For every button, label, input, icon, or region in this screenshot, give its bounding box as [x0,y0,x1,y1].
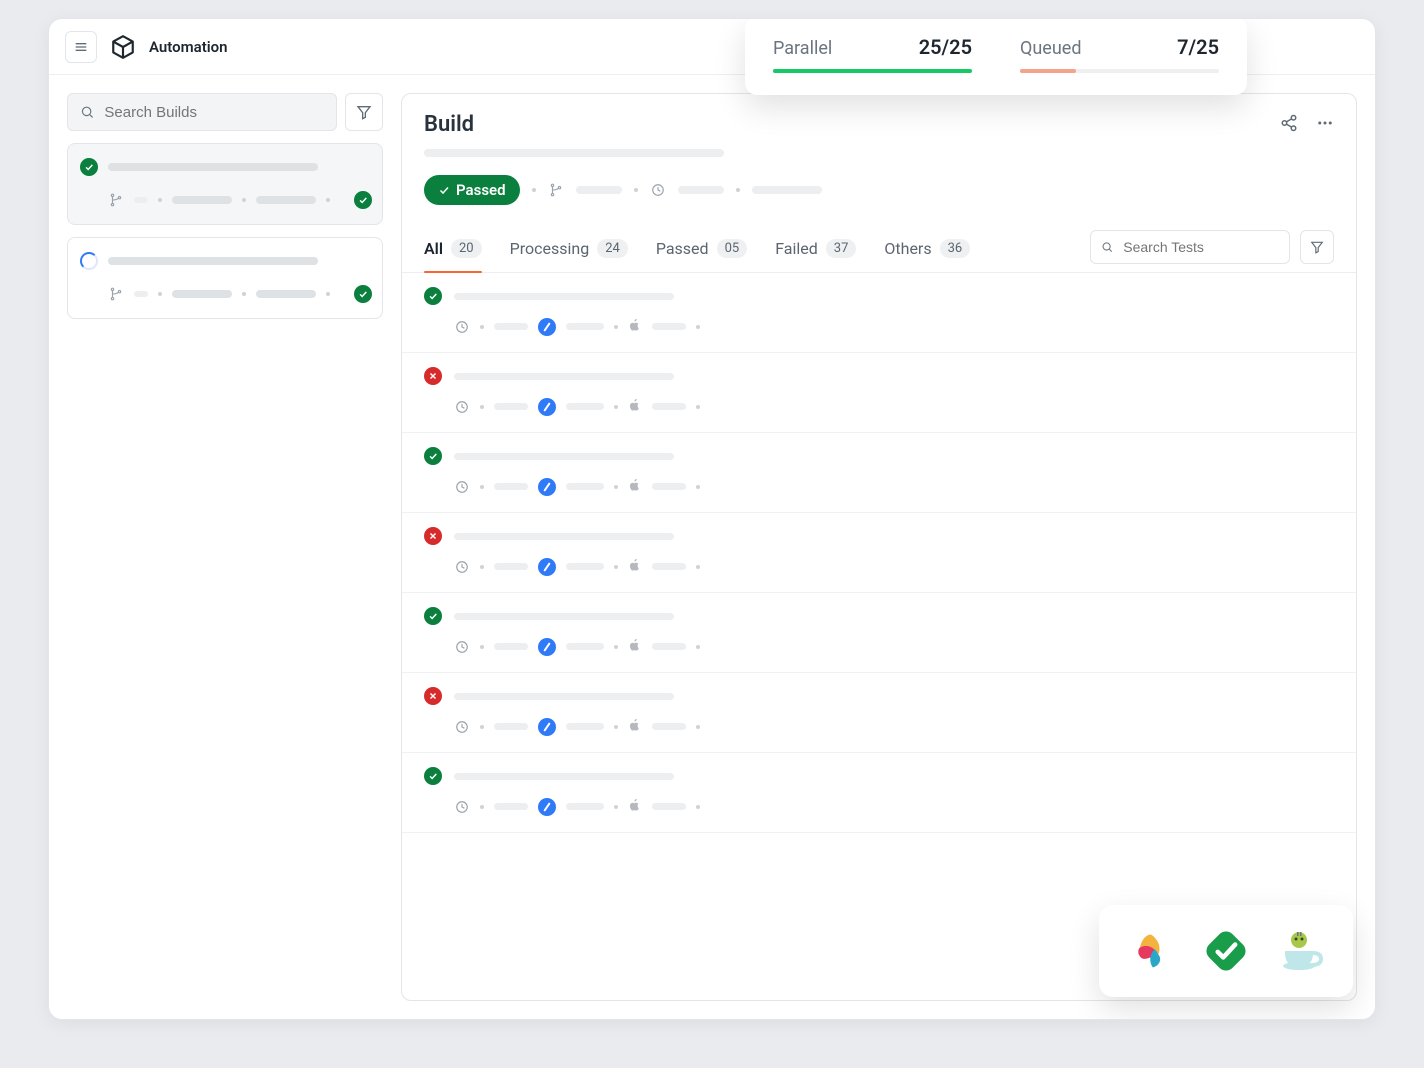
tab-label: Failed [775,239,818,258]
app-window: Parallel 25/25 Queued 7/25 Automatio [48,18,1376,1020]
tab-failed[interactable]: Failed 37 [775,229,856,272]
share-icon [1280,114,1298,132]
clock-icon [454,319,470,335]
stat-queued-label: Queued [1020,38,1081,59]
espresso-icon [1277,927,1325,975]
stat-parallel-value: 25/25 [919,35,972,59]
stat-parallel: Parallel 25/25 [773,35,972,73]
branch-icon [108,286,124,302]
check-icon [424,607,442,625]
branch-icon [108,192,124,208]
apple-icon [628,557,642,576]
stat-queued: Queued 7/25 [1020,35,1219,73]
x-icon [424,527,442,545]
check-icon [424,287,442,305]
test-row[interactable] [402,433,1356,513]
more-icon [1316,114,1334,132]
tab-label: All [424,239,443,258]
clock-icon [454,479,470,495]
safari-icon [538,478,556,496]
apple-icon [628,637,642,656]
safari-icon [538,798,556,816]
search-builds-input[interactable] [104,104,324,121]
stats-popover: Parallel 25/25 Queued 7/25 [745,18,1247,95]
build-card[interactable] [67,237,383,319]
x-icon [424,367,442,385]
filter-tests-button[interactable] [1300,230,1334,264]
check-icon [424,447,442,465]
tab-label: Others [884,239,931,258]
katalon-icon [1202,927,1250,975]
test-row[interactable] [402,673,1356,753]
build-card[interactable] [67,143,383,225]
branch-icon [548,182,564,198]
check-icon [354,191,372,209]
x-icon [424,687,442,705]
stat-queued-value: 7/25 [1177,35,1219,59]
app-logo-icon [109,33,137,61]
safari-icon [538,718,556,736]
clock-icon [454,799,470,815]
app-title: Automation [149,38,228,56]
clock-icon [454,639,470,655]
filter-icon [1310,240,1324,254]
clock-icon [650,182,666,198]
spinner-icon [80,252,98,270]
clock-icon [454,399,470,415]
tab-count-badge: 37 [826,239,857,258]
apple-icon [628,717,642,736]
check-icon [80,158,98,176]
tab-count-badge: 05 [717,239,748,258]
integrations-popover [1099,905,1353,997]
share-button[interactable] [1280,114,1298,136]
check-icon [354,285,372,303]
safari-icon [538,638,556,656]
filter-builds-button[interactable] [345,93,383,131]
build-title: Build [424,112,474,137]
more-button[interactable] [1316,114,1334,136]
clock-icon [454,559,470,575]
safari-icon [538,318,556,336]
build-status-badge: Passed [424,175,520,205]
safari-icon [538,398,556,416]
tab-processing[interactable]: Processing 24 [510,229,628,272]
tab-label: Processing [510,239,590,258]
test-row[interactable] [402,353,1356,433]
appium-icon [1127,927,1175,975]
apple-icon [628,317,642,336]
test-row[interactable] [402,273,1356,353]
clock-icon [454,719,470,735]
tab-label: Passed [656,239,709,258]
test-row[interactable] [402,753,1356,833]
filter-icon [356,104,372,120]
tab-all[interactable]: All 20 [424,229,482,272]
build-detail-panel: Build [401,93,1357,1001]
apple-icon [628,477,642,496]
apple-icon [628,797,642,816]
apple-icon [628,397,642,416]
tab-passed[interactable]: Passed 05 [656,229,747,272]
test-row[interactable] [402,513,1356,593]
menu-button[interactable] [65,31,97,63]
search-icon [1101,240,1113,254]
search-icon [80,104,94,120]
check-icon [424,767,442,785]
search-tests[interactable] [1090,230,1290,264]
tab-others[interactable]: Others 36 [884,229,970,272]
tab-count-badge: 20 [451,239,482,258]
search-tests-input[interactable] [1123,239,1279,255]
search-builds[interactable] [67,93,337,131]
safari-icon [538,558,556,576]
tab-count-badge: 24 [597,239,628,258]
stat-parallel-label: Parallel [773,38,832,59]
test-row[interactable] [402,593,1356,673]
tab-count-badge: 36 [940,239,971,258]
sidebar [67,93,383,1001]
